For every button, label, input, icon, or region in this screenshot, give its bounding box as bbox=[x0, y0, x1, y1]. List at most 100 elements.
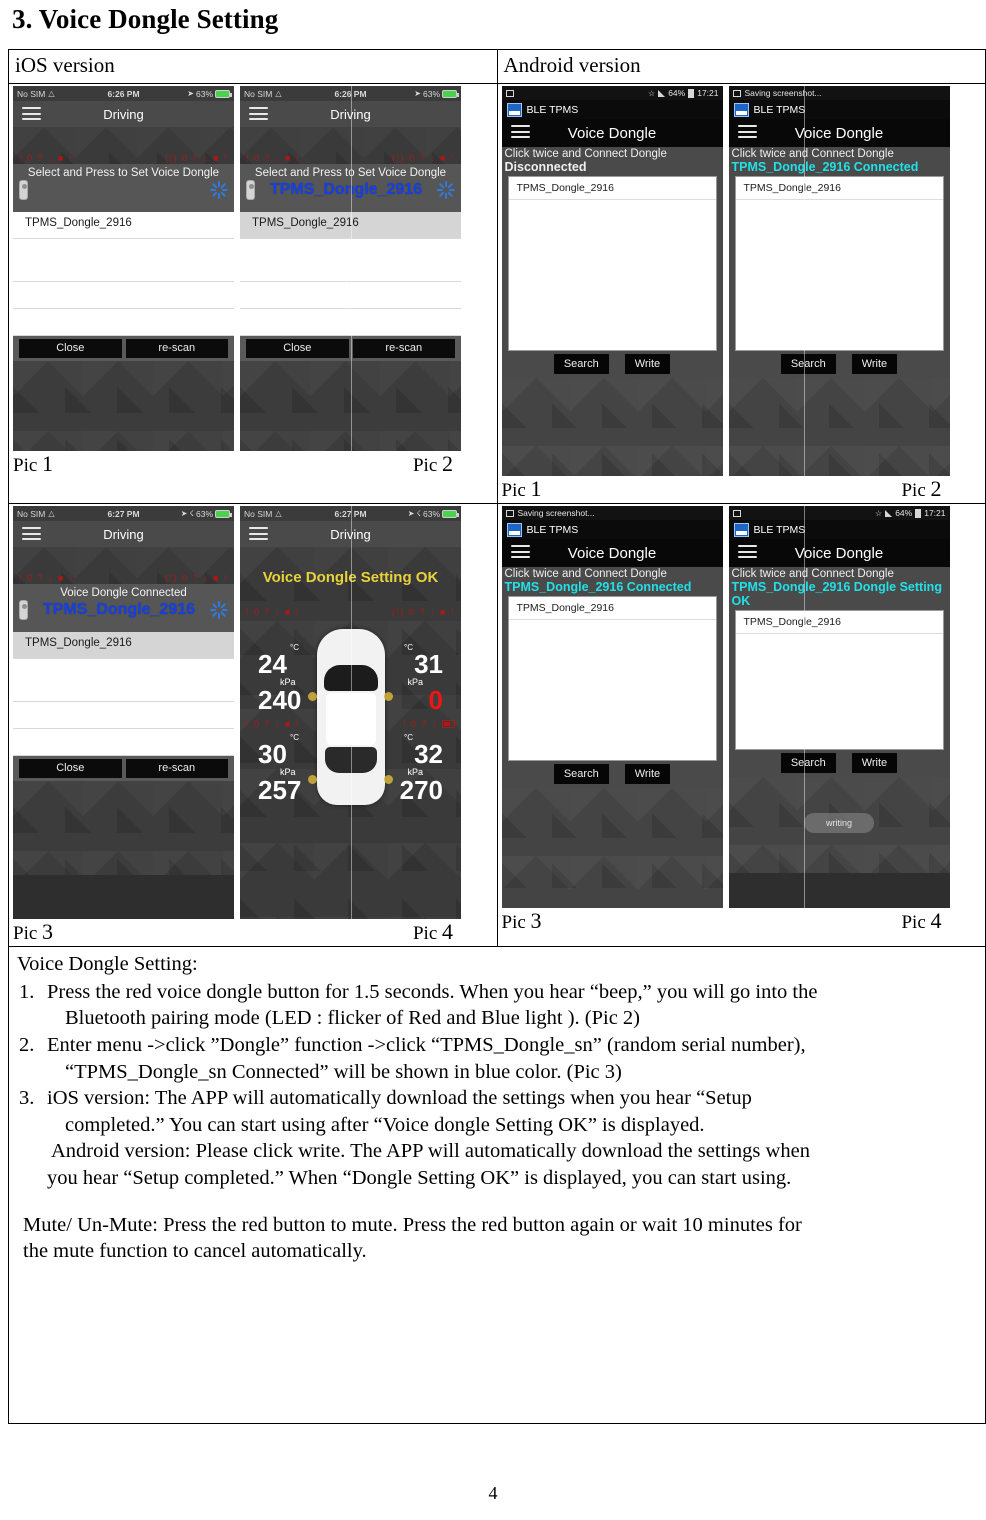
list-item[interactable] bbox=[13, 729, 234, 756]
search-button[interactable]: Search bbox=[553, 354, 609, 374]
battery-icon bbox=[688, 88, 695, 98]
android-captions-row2: Pic 3 Pic 4 bbox=[498, 908, 986, 935]
list-item-selected[interactable]: TPMS_Dongle_2916 bbox=[13, 632, 234, 659]
android-action-buttons: Search Write bbox=[728, 351, 950, 378]
rescan-button[interactable]: re-scan bbox=[125, 339, 228, 358]
caption-number: 1 bbox=[530, 476, 542, 501]
menu-icon[interactable] bbox=[249, 107, 268, 124]
list-item[interactable]: TPMS_Dongle_2916 bbox=[735, 611, 943, 634]
android-nav-title: Voice Dongle bbox=[567, 124, 657, 142]
pressure-value: 0 bbox=[428, 684, 443, 715]
screenshot-icon bbox=[505, 89, 514, 97]
list-item[interactable] bbox=[13, 309, 234, 336]
list-item[interactable]: TPMS_Dongle_2916 bbox=[13, 212, 234, 239]
caption-label: Pic bbox=[13, 455, 38, 476]
close-button[interactable]: Close bbox=[19, 759, 122, 778]
list-item[interactable]: TPMS_Dongle_2916 bbox=[508, 597, 716, 620]
item-number: 2. bbox=[19, 1033, 35, 1056]
android-phone-pic1: ☆ 64% 17:21 BLE TPMS Voice Dongle Click … bbox=[501, 86, 723, 476]
close-button[interactable]: Close bbox=[19, 339, 122, 358]
connection-state-label: TPMS_Dongle_2916 Dongle Setting OK bbox=[731, 580, 942, 608]
menu-icon[interactable] bbox=[22, 107, 41, 124]
banner-instruction-text: Voice Dongle Connected bbox=[60, 587, 187, 599]
menu-icon[interactable] bbox=[737, 545, 757, 562]
connection-state-label: TPMS_Dongle_2916 Connected bbox=[731, 160, 919, 174]
loading-spinner-icon bbox=[210, 181, 228, 199]
write-button[interactable]: Write bbox=[851, 753, 898, 773]
rescan-button[interactable]: re-scan bbox=[352, 339, 455, 358]
item-line-3: Android version: Please click write. The… bbox=[51, 1140, 810, 1163]
image-seam bbox=[803, 506, 805, 908]
app-logo-icon bbox=[506, 102, 522, 117]
rescan-button[interactable]: re-scan bbox=[125, 759, 228, 778]
bluetooth-icon: ☇ bbox=[189, 509, 194, 518]
loading-spinner-icon bbox=[210, 601, 228, 619]
android-action-buttons: Search Write bbox=[501, 761, 723, 788]
ios-phone-pic1: No SIM △ 6:26 PM ➤ 63% Driving ! 0 ? ↓ ■… bbox=[13, 86, 234, 451]
caption-pic2: Pic 2 bbox=[240, 451, 461, 477]
android-captions-row1: Pic 1 Pic 2 bbox=[498, 476, 986, 503]
android-screenshots-row2: Saving screenshot... BLE TPMS Voice Dong… bbox=[496, 503, 986, 947]
item-line-4: you hear “Setup completed.” When “Dongle… bbox=[47, 1167, 792, 1190]
android-device-list: TPMS_Dongle_2916 bbox=[507, 596, 717, 761]
signal-icon bbox=[885, 509, 893, 517]
search-button[interactable]: Search bbox=[553, 764, 609, 784]
menu-icon[interactable] bbox=[22, 527, 41, 544]
ios-device-list: TPMS_Dongle_2916 bbox=[13, 632, 234, 756]
android-phone-pic4: ☆ 64% 17:21 BLE TPMS Voice Dongle Click … bbox=[728, 506, 950, 908]
ios-hero-panel: ! 0 ? ↓ ■ ! (!) 0 ? ↓ ■ ! Voice Dongle C… bbox=[13, 547, 234, 632]
battery-percent-label: 63% bbox=[195, 508, 213, 519]
list-item[interactable] bbox=[13, 255, 234, 282]
instructions-cell: Voice Dongle Setting: 1. Press the red v… bbox=[8, 945, 986, 1425]
mute-line-1: Mute/ Un-Mute: Press the red button to m… bbox=[23, 1213, 802, 1236]
column-header-ios: iOS version bbox=[8, 49, 498, 84]
search-button[interactable]: Search bbox=[780, 354, 836, 374]
item-number: 3. bbox=[19, 1087, 35, 1110]
caption-number: 4 bbox=[442, 919, 453, 944]
android-background-panel: writing bbox=[728, 777, 950, 873]
menu-icon[interactable] bbox=[737, 125, 757, 142]
menu-icon[interactable] bbox=[510, 125, 530, 142]
temp-value: 30 bbox=[258, 739, 287, 769]
battery-icon bbox=[215, 509, 232, 518]
menu-icon[interactable] bbox=[249, 527, 268, 544]
list-item[interactable] bbox=[13, 282, 234, 309]
caption-number: 3 bbox=[530, 908, 542, 933]
pressure-value: 240 bbox=[258, 684, 302, 715]
temp-value: 32 bbox=[414, 739, 443, 769]
connect-hint-label: Click twice and Connect Dongle bbox=[504, 148, 667, 160]
close-button[interactable]: Close bbox=[246, 339, 349, 358]
connection-state-label: Disconnected bbox=[504, 160, 587, 174]
android-list-wrap: TPMS_Dongle_2916 bbox=[728, 176, 950, 351]
ios-status-bar: No SIM △ 6:27 PM ➤ ☇ 63% bbox=[13, 506, 234, 521]
list-item[interactable] bbox=[13, 702, 234, 729]
write-button[interactable]: Write bbox=[624, 354, 671, 374]
battery-percent-label: 64% bbox=[895, 508, 913, 518]
ios-captions-row2: Pic 3 Pic 4 bbox=[9, 919, 497, 946]
item-line-1: Enter menu ->click ”Dongle” function ->c… bbox=[47, 1033, 806, 1056]
android-action-buttons: Search Write bbox=[728, 750, 950, 777]
location-icon: ➤ bbox=[414, 89, 421, 98]
page-title: 3. Voice Dongle Setting bbox=[12, 4, 279, 34]
temp-value: 24 bbox=[258, 649, 287, 679]
list-item[interactable] bbox=[13, 675, 234, 702]
caption-number: 1 bbox=[42, 451, 54, 476]
warn-icons-right: ! 0 ? ↓ bbox=[403, 719, 455, 731]
screenshot-icon bbox=[732, 89, 741, 97]
location-icon: ➤ bbox=[187, 89, 194, 98]
menu-icon[interactable] bbox=[510, 545, 530, 562]
list-item[interactable]: TPMS_Dongle_2916 bbox=[735, 177, 943, 200]
search-button[interactable]: Search bbox=[780, 753, 836, 773]
list-item[interactable]: TPMS_Dongle_2916 bbox=[508, 177, 716, 200]
ios-nav-title: Driving bbox=[103, 106, 144, 122]
instruction-item-3: 3. iOS version: The APP will automatical… bbox=[17, 1085, 977, 1192]
write-button[interactable]: Write bbox=[624, 764, 671, 784]
clock-label: 17:21 bbox=[697, 88, 719, 98]
android-background-panel bbox=[728, 378, 950, 476]
write-button[interactable]: Write bbox=[851, 354, 898, 374]
caption-label: Pic bbox=[412, 455, 438, 476]
android-device-list: TPMS_Dongle_2916 bbox=[734, 610, 944, 750]
banner-instruction-text: Select and Press to Set Voice Dongle bbox=[27, 167, 220, 179]
status-notice: Saving screenshot... bbox=[517, 508, 595, 518]
